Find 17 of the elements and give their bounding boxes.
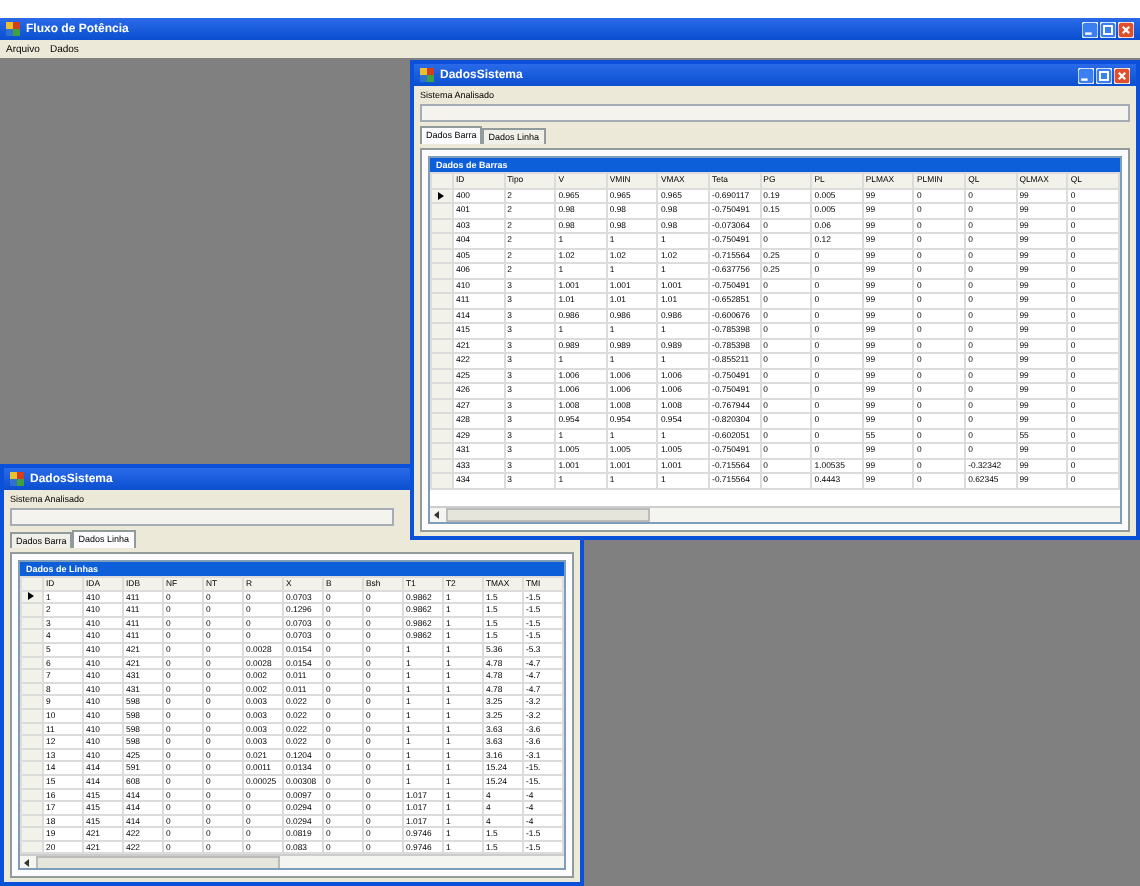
minimize-icon[interactable] <box>1078 67 1094 83</box>
horizontal-scrollbar[interactable] <box>430 506 1120 522</box>
horizontal-scrollbar[interactable] <box>20 854 564 868</box>
maximize-icon[interactable] <box>1096 67 1112 83</box>
minimize-icon[interactable] <box>1082 21 1098 37</box>
scroll-thumb[interactable] <box>446 508 650 522</box>
path-field[interactable] <box>10 508 394 526</box>
path-field[interactable] <box>420 104 1130 122</box>
scroll-left-icon[interactable] <box>20 856 34 868</box>
close-icon[interactable] <box>1118 21 1134 37</box>
app-icon <box>420 68 434 82</box>
scroll-left-icon[interactable] <box>430 508 444 522</box>
app-icon <box>10 472 24 486</box>
maximize-icon[interactable] <box>1100 21 1116 37</box>
scroll-thumb[interactable] <box>36 856 280 868</box>
app-icon <box>6 22 20 36</box>
close-icon[interactable] <box>1114 67 1130 83</box>
